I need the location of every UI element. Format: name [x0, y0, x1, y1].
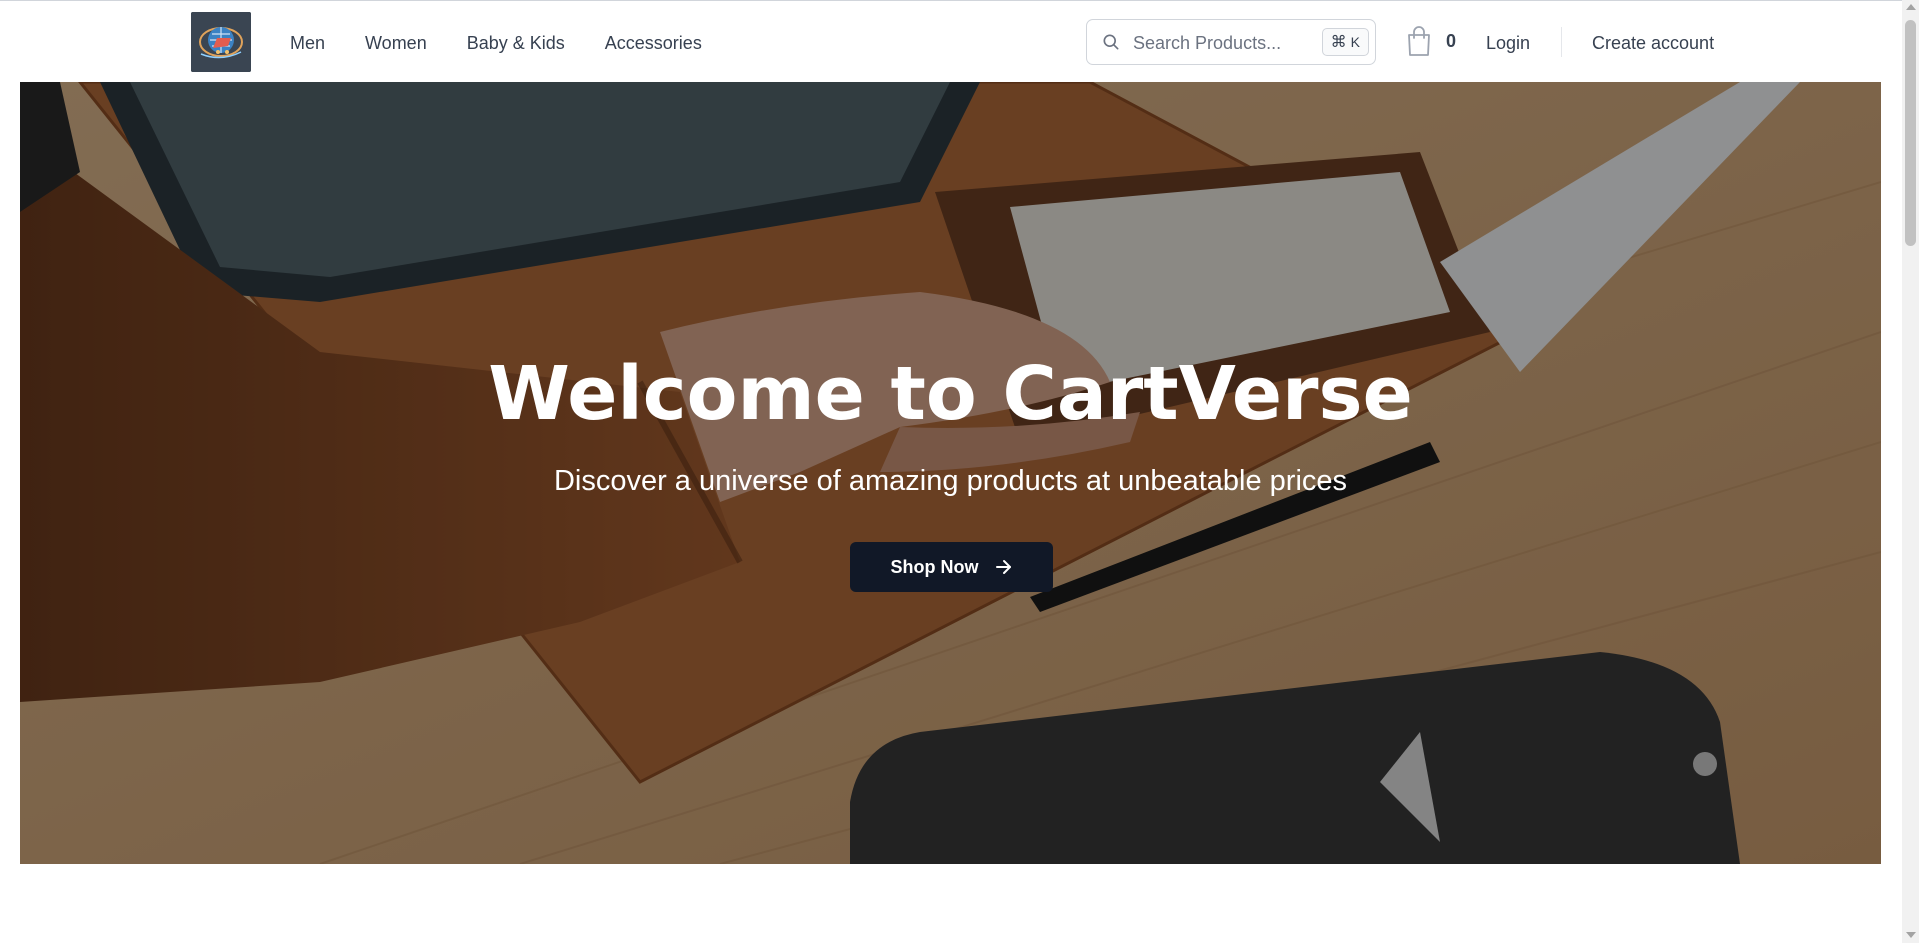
search-placeholder: Search Products...	[1133, 33, 1282, 53]
scroll-up-arrow-icon[interactable]	[1906, 4, 1916, 10]
search-icon	[1103, 34, 1119, 50]
site-logo[interactable]	[191, 12, 251, 72]
cart-button[interactable]: 0	[1406, 25, 1456, 57]
page: Men Women Baby & Kids Accessories Search…	[0, 0, 1919, 943]
header-divider	[1561, 27, 1562, 57]
scroll-down-arrow-icon[interactable]	[1906, 932, 1916, 938]
arrow-right-icon	[995, 560, 1011, 574]
shop-now-label: Shop Now	[890, 556, 979, 577]
nav-link-baby-kids[interactable]: Baby & Kids	[467, 31, 565, 55]
hero-subtitle: Discover a universe of amazing products …	[553, 465, 1348, 497]
shop-now-button[interactable]: Shop Now	[850, 542, 1053, 592]
create-account-link[interactable]: Create account	[1592, 31, 1714, 55]
nav-link-women[interactable]: Women	[365, 31, 427, 55]
globe-cart-logo-icon	[191, 12, 251, 72]
cart-count: 0	[1446, 30, 1457, 51]
search-input[interactable]: Search Products... ⌘ K	[1086, 19, 1376, 65]
hero-banner: Welcome to CartVerse Discover a universe…	[20, 82, 1881, 864]
page-scrollbar[interactable]	[1902, 0, 1919, 943]
login-link[interactable]: Login	[1486, 31, 1530, 55]
top-navbar: Men Women Baby & Kids Accessories Search…	[0, 0, 1902, 82]
nav-link-accessories[interactable]: Accessories	[605, 31, 702, 55]
search-shortcut-badge: ⌘ K	[1321, 28, 1369, 56]
command-key-icon: ⌘	[1330, 34, 1347, 51]
nav-link-men[interactable]: Men	[290, 31, 325, 55]
shortcut-key: K	[1350, 34, 1360, 50]
main-nav: Men Women Baby & Kids Accessories	[290, 31, 742, 55]
shopping-bag-icon	[1408, 26, 1430, 56]
hero-title: Welcome to CartVerse	[488, 351, 1413, 437]
scrollbar-thumb[interactable]	[1905, 20, 1916, 246]
